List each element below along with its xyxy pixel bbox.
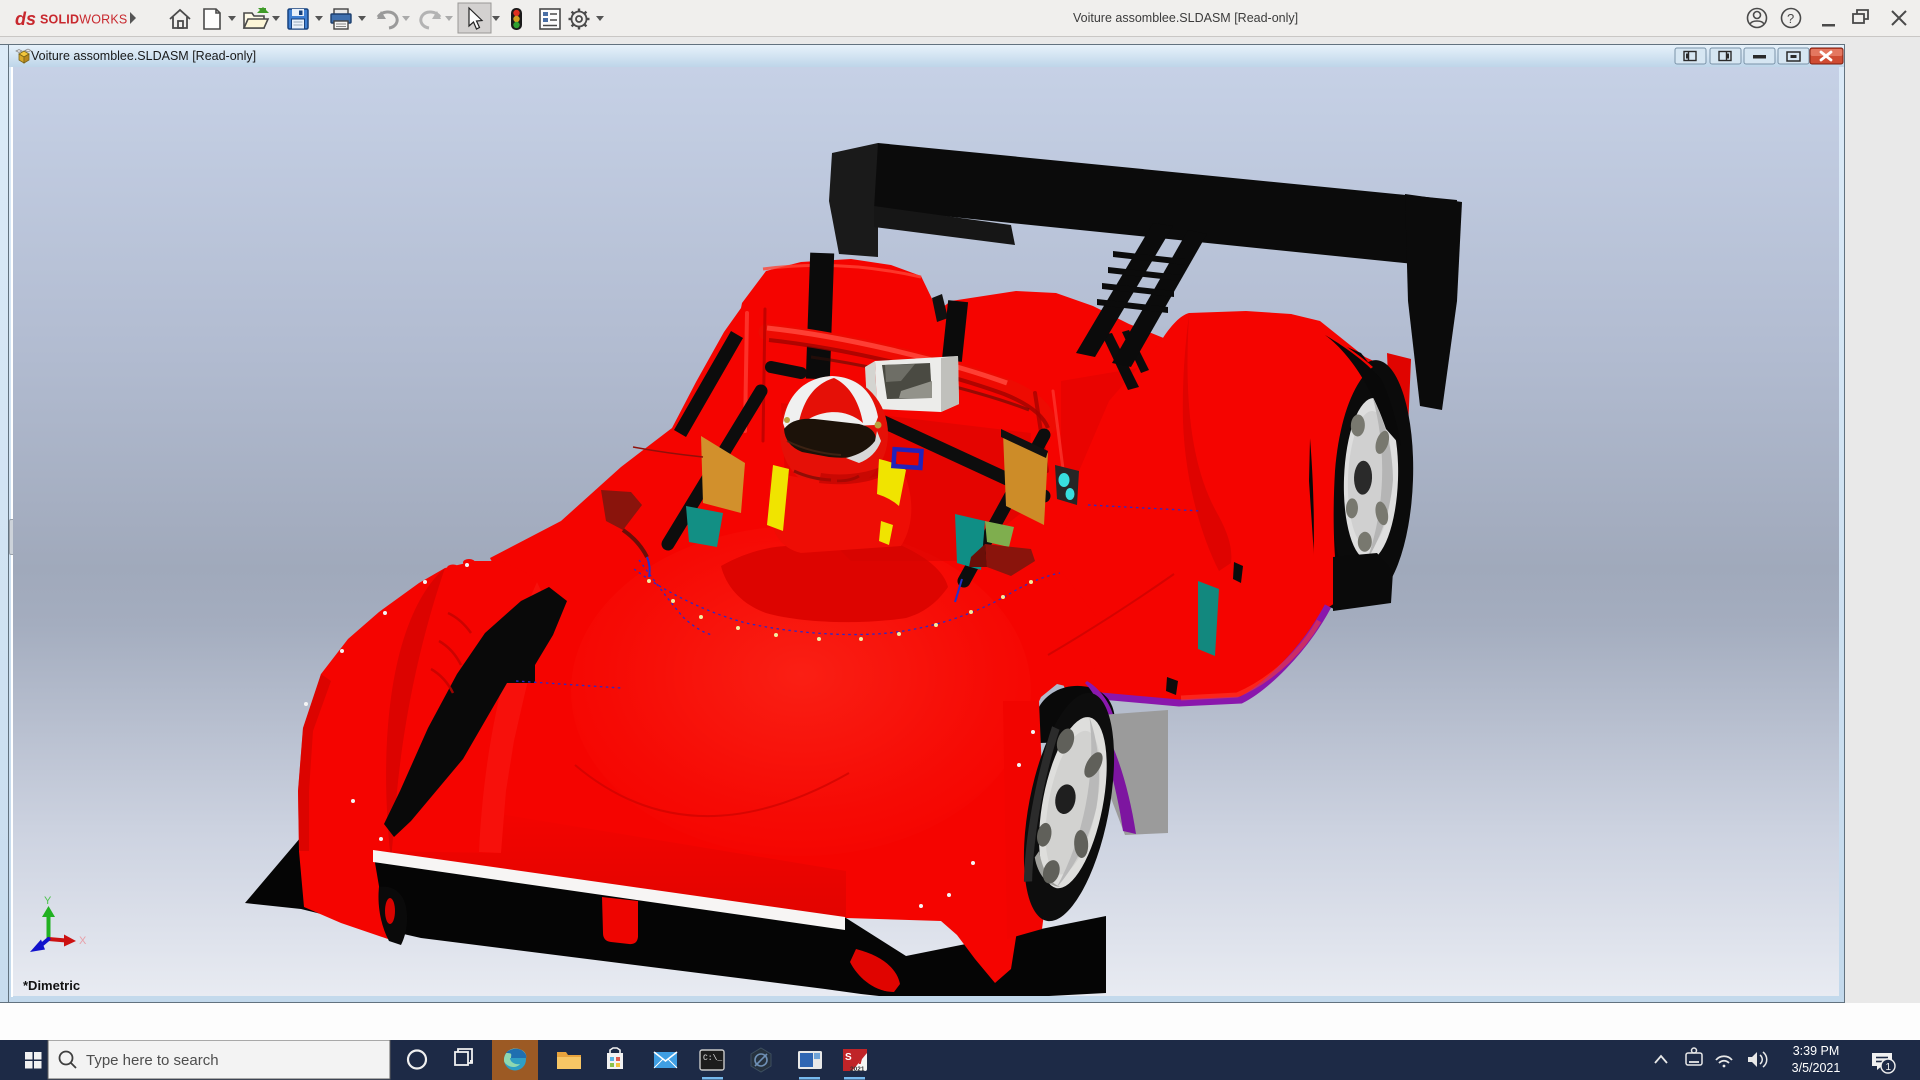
svg-text:ds: ds bbox=[15, 9, 36, 29]
svg-text:?: ? bbox=[1787, 11, 1794, 26]
svg-text:SOLIDWORKS: SOLIDWORKS bbox=[40, 13, 127, 27]
svg-text:S: S bbox=[845, 1052, 852, 1063]
svg-text:*Dimetric: *Dimetric bbox=[23, 978, 80, 993]
svg-text:C:\_: C:\_ bbox=[703, 1054, 722, 1063]
svg-text:Y: Y bbox=[44, 895, 52, 907]
svg-text:1: 1 bbox=[1886, 1062, 1892, 1073]
svg-text:X: X bbox=[79, 935, 87, 947]
svg-text:2021: 2021 bbox=[850, 1066, 865, 1073]
svg-text:Type here to search: Type here to search bbox=[86, 1052, 219, 1069]
